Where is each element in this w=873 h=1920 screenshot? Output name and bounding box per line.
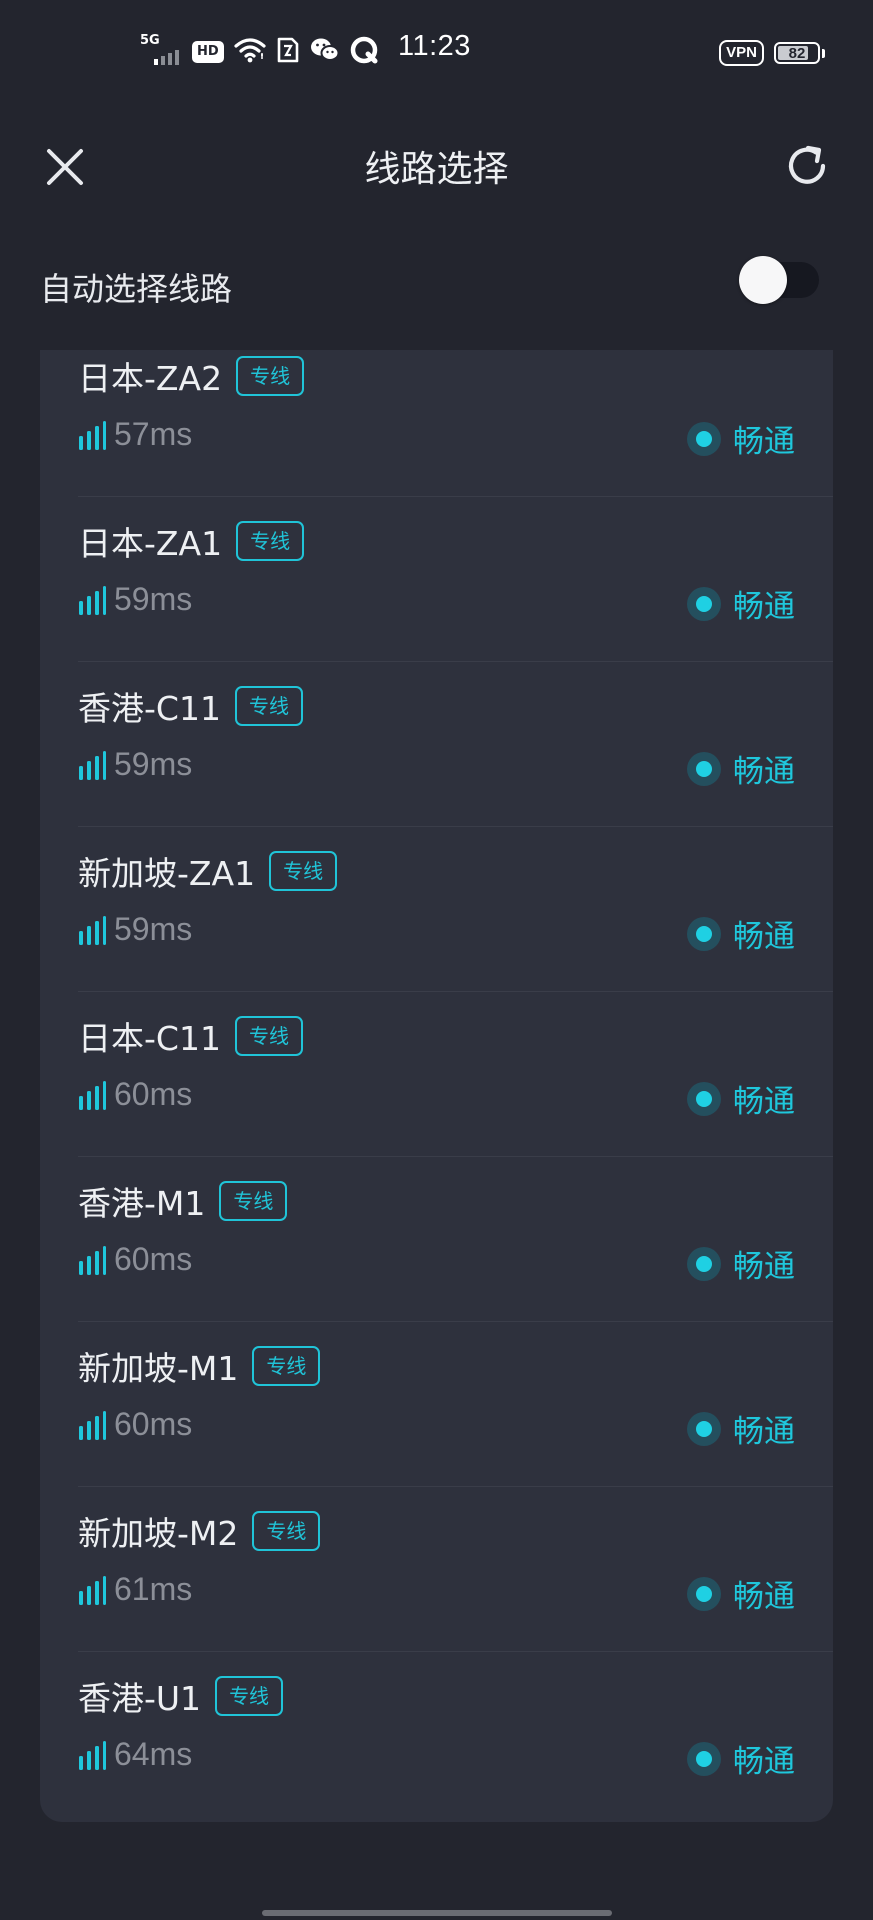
latency-value: 59ms: [114, 911, 193, 947]
latency-value: 57ms: [114, 416, 193, 452]
refresh-button[interactable]: [779, 138, 835, 194]
latency-value: 59ms: [114, 746, 193, 782]
connection-status: 畅通: [733, 1249, 795, 1285]
status-dot-icon: [687, 586, 721, 621]
dedicated-line-badge: 专线: [219, 1181, 288, 1221]
latency-value: 64ms: [114, 1736, 193, 1772]
wechat-icon: [310, 37, 340, 67]
status-dot-icon: [687, 751, 721, 786]
connection-status: 畅通: [733, 1579, 795, 1615]
network-type-label: 5G: [140, 33, 160, 48]
hd-voice-icon: HD: [192, 41, 224, 63]
auto-select-toggle[interactable]: [739, 256, 819, 304]
signal-strength-icon: [79, 915, 106, 945]
cellular-signal-icon: 5G: [140, 33, 182, 67]
server-list-item-8[interactable]: 香港-U1 专线 64ms 畅通: [40, 1652, 833, 1817]
dedicated-line-badge: 专线: [236, 356, 305, 396]
server-name: 香港-C11: [78, 689, 221, 728]
connection-status: 畅通: [733, 754, 795, 790]
status-icons-right: VPN 82: [719, 40, 825, 66]
status-dot-icon: [687, 1411, 721, 1446]
vpn-icon: VPN: [719, 40, 764, 66]
server-name: 香港-M1: [78, 1184, 206, 1223]
server-name: 日本-ZA2: [78, 359, 223, 398]
server-list-item-7[interactable]: 新加坡-M2 专线 61ms 畅通: [40, 1487, 833, 1652]
server-name: 新加坡-M2: [78, 1514, 239, 1553]
latency-value: 61ms: [114, 1571, 193, 1607]
battery-tip: [822, 48, 825, 58]
server-list: 日本-ZA2 专线 57ms 畅通 日本-ZA1 专线 59ms 畅通 香港-C…: [40, 350, 833, 1822]
server-list-item-4[interactable]: 日本-C11 专线 60ms 畅通: [40, 992, 833, 1157]
toggle-knob: [739, 256, 787, 304]
server-list-item-2[interactable]: 香港-C11 专线 59ms 畅通: [40, 662, 833, 827]
latency-value: 60ms: [114, 1406, 193, 1442]
auto-select-row: 自动选择线路: [40, 256, 833, 316]
signal-strength-icon: [79, 585, 106, 615]
battery-icon: 82: [774, 42, 820, 64]
connection-status: 畅通: [733, 589, 795, 625]
connection-status: 畅通: [733, 919, 795, 955]
dedicated-line-badge: 专线: [215, 1676, 284, 1716]
latency-value: 59ms: [114, 581, 193, 617]
server-name: 日本-C11: [78, 1019, 221, 1058]
header: 线路选择: [0, 120, 873, 210]
latency-value: 60ms: [114, 1241, 193, 1277]
auto-select-label: 自动选择线路: [40, 270, 233, 308]
latency-value: 60ms: [114, 1076, 193, 1112]
dedicated-line-badge: 专线: [252, 1511, 321, 1551]
connection-status: 畅通: [733, 424, 795, 460]
signal-strength-icon: [79, 1410, 106, 1440]
server-name: 香港-U1: [78, 1679, 202, 1718]
dedicated-line-badge: 专线: [234, 686, 303, 726]
sim-card-icon: [276, 37, 300, 67]
signal-strength-icon: [79, 1245, 106, 1275]
signal-strength-icon: [79, 1080, 106, 1110]
signal-strength-icon: [79, 420, 106, 450]
status-dot-icon: [687, 916, 721, 951]
refresh-icon: [788, 145, 826, 184]
wifi-icon: [234, 37, 266, 67]
status-icons-left: 5G HD: [140, 33, 378, 70]
connection-status: 畅通: [733, 1414, 795, 1450]
server-list-item-5[interactable]: 香港-M1 专线 60ms 畅通: [40, 1157, 833, 1322]
connection-status: 畅通: [733, 1744, 795, 1780]
status-time: 11:23: [398, 30, 471, 62]
status-dot-icon: [687, 1576, 721, 1611]
server-list-item-3[interactable]: 新加坡-ZA1 专线 59ms 畅通: [40, 827, 833, 992]
server-list-item-0[interactable]: 日本-ZA2 专线 57ms 畅通: [40, 350, 833, 497]
server-list-item-1[interactable]: 日本-ZA1 专线 59ms 畅通: [40, 497, 833, 662]
home-indicator[interactable]: [262, 1910, 612, 1916]
signal-strength-icon: [79, 1575, 106, 1605]
server-name: 日本-ZA1: [78, 524, 223, 563]
server-name: 新加坡-ZA1: [78, 854, 256, 893]
connection-status: 畅通: [733, 1084, 795, 1120]
status-dot-icon: [687, 1246, 721, 1281]
status-dot-icon: [687, 1081, 721, 1116]
dedicated-line-badge: 专线: [234, 1016, 303, 1056]
browser-app-icon: [350, 36, 378, 68]
server-list-item-6[interactable]: 新加坡-M1 专线 60ms 畅通: [40, 1322, 833, 1487]
status-dot-icon: [687, 421, 721, 456]
battery-level: 82: [788, 44, 806, 62]
dedicated-line-badge: 专线: [252, 1346, 321, 1386]
server-name: 新加坡-M1: [78, 1349, 239, 1388]
status-dot-icon: [687, 1741, 721, 1776]
signal-strength-icon: [79, 1740, 106, 1770]
signal-strength-icon: [79, 750, 106, 780]
dedicated-line-badge: 专线: [269, 851, 338, 891]
status-bar: 5G HD 11:23 VPN 82: [0, 0, 873, 104]
dedicated-line-badge: 专线: [236, 521, 305, 561]
page-title: 线路选择: [364, 149, 509, 190]
